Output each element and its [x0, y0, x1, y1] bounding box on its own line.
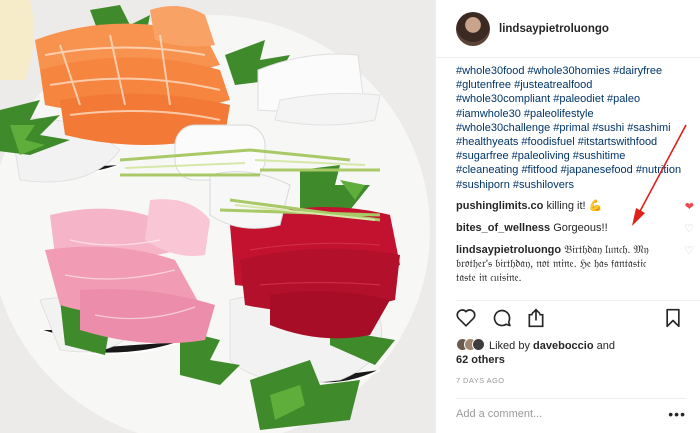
divider	[456, 300, 700, 301]
post-header: lindsaypietroluongo	[436, 0, 700, 58]
comment-text: Gorgeous!!	[553, 221, 608, 234]
comment-text: killing it! 💪	[546, 199, 603, 212]
post-photo[interactable]	[0, 0, 435, 433]
comment-item: lindsaypietroluongo 𝔅𝔦𝔯𝔱𝔥𝔡𝔞𝔶 𝔩𝔲𝔫𝔠𝔥. 𝔐𝔶 𝔟…	[456, 243, 694, 285]
likes-prefix: Liked by	[489, 340, 530, 352]
liker-username[interactable]: daveboccio	[533, 340, 594, 352]
bookmark-icon[interactable]	[664, 308, 682, 328]
post-timestamp[interactable]: 7 DAYS AGO	[456, 376, 504, 385]
author-avatar[interactable]	[456, 11, 490, 46]
sashimi-image	[0, 0, 435, 433]
comment-username[interactable]: bites_of_wellness	[456, 222, 550, 234]
post-sidebar: lindsaypietroluongo #whole30food #whole3…	[435, 0, 700, 433]
heart-icon[interactable]: ♡	[684, 244, 694, 258]
comment-icon[interactable]	[492, 308, 512, 328]
annotation-arrow-icon	[632, 124, 687, 226]
comment-username[interactable]: lindsaypietroluongo	[456, 244, 561, 256]
add-comment-input[interactable]: Add a comment...	[456, 408, 542, 420]
comment-username[interactable]: pushinglimits.co	[456, 200, 543, 212]
instagram-post: lindsaypietroluongo #whole30food #whole3…	[0, 0, 700, 433]
likes-summary: Liked by daveboccio and 62 others	[456, 338, 686, 367]
heart-icon[interactable]	[456, 308, 476, 327]
likes-others-link[interactable]: 62 others	[456, 354, 505, 366]
likes-conj: and	[596, 340, 615, 352]
add-comment-bar: Add a comment... •••	[456, 398, 686, 428]
more-options-icon[interactable]: •••	[668, 406, 686, 422]
share-icon[interactable]	[526, 308, 546, 328]
liker-avatar[interactable]	[472, 338, 485, 351]
post-actions	[456, 308, 686, 334]
author-username[interactable]: lindsaypietroluongo	[499, 23, 609, 35]
